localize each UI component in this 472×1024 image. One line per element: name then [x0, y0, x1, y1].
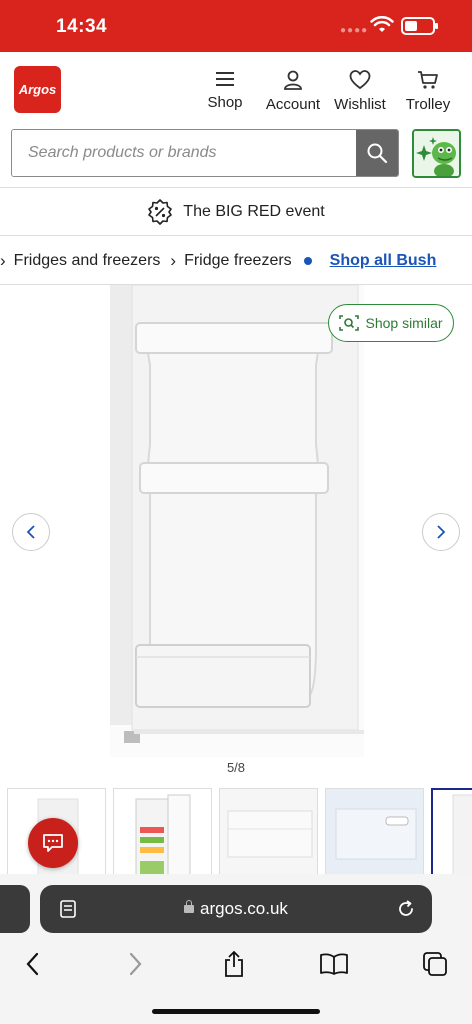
- browser-back-button[interactable]: [18, 949, 48, 979]
- previous-tab-peek[interactable]: [0, 885, 30, 933]
- browser-forward-button[interactable]: [120, 949, 150, 979]
- nav-account-label: Account: [265, 96, 321, 113]
- trolley-icon: [418, 71, 438, 89]
- forward-arrow-icon: [129, 952, 142, 976]
- address-bar[interactable]: argos.co.uk: [40, 885, 432, 933]
- shop-similar-label: Shop similar: [365, 315, 443, 331]
- promo-mascot-button[interactable]: [412, 129, 461, 178]
- search-button[interactable]: [356, 130, 398, 176]
- gallery-next-button[interactable]: [422, 513, 460, 551]
- battery-icon: [401, 17, 438, 35]
- chevron-left-icon: [26, 525, 35, 539]
- chevron-right-icon: ›: [0, 250, 6, 270]
- bookmarks-button[interactable]: [319, 949, 349, 979]
- search-icon: [367, 143, 388, 164]
- nav-shop-label: Shop: [207, 94, 243, 111]
- home-indicator: [152, 1009, 320, 1014]
- thumbnail-4[interactable]: [325, 788, 424, 884]
- event-banner[interactable]: The BIG RED event: [0, 188, 472, 236]
- site-header: Argos Shop Account Wishlist Trolley: [0, 52, 472, 188]
- chevron-right-icon: [437, 525, 446, 539]
- nav-account[interactable]: Account: [262, 70, 324, 113]
- nav-shop[interactable]: Shop: [205, 70, 245, 111]
- reload-icon[interactable]: [396, 899, 416, 919]
- tabs-button[interactable]: [420, 949, 450, 979]
- nav-trolley[interactable]: Trolley: [402, 70, 454, 113]
- account-icon: [284, 70, 302, 90]
- status-time: 14:34: [56, 16, 108, 37]
- share-icon: [225, 950, 243, 977]
- status-bar: 14:34 ●●●●: [0, 0, 472, 52]
- mascot-icon: [414, 131, 459, 176]
- event-banner-text: The BIG RED event: [183, 202, 325, 220]
- book-icon: [320, 953, 348, 975]
- breadcrumb: › Fridges and freezers › Fridge freezers…: [0, 237, 472, 285]
- shop-all-bush-link[interactable]: Shop all Bush: [330, 252, 437, 270]
- product-gallery: Shop similar 5/8: [0, 285, 472, 785]
- percent-badge-icon: [148, 198, 173, 225]
- thumbnail-3[interactable]: [219, 788, 318, 884]
- separator-dot: [303, 256, 312, 265]
- wifi-icon: [370, 16, 394, 32]
- search-box: [11, 129, 399, 177]
- chevron-right-icon: ›: [170, 250, 177, 270]
- shop-similar-button[interactable]: Shop similar: [328, 304, 454, 342]
- argos-logo[interactable]: Argos: [14, 66, 61, 113]
- chat-button[interactable]: [28, 818, 78, 868]
- tabs-icon: [423, 952, 447, 976]
- breadcrumb-item-fridge-freezers[interactable]: Fridge freezers: [184, 252, 292, 270]
- chat-icon: [43, 834, 63, 852]
- nav-wishlist-label: Wishlist: [334, 96, 386, 113]
- url-text: argos.co.uk: [200, 899, 288, 918]
- signal-icon: ●●●●: [340, 25, 369, 36]
- search-input[interactable]: [12, 130, 357, 176]
- url-display: argos.co.uk: [40, 899, 432, 919]
- thumbnail-5-selected[interactable]: [431, 788, 472, 884]
- product-image-fridge-door[interactable]: [110, 285, 364, 757]
- gallery-prev-button[interactable]: [12, 513, 50, 551]
- gallery-counter: 5/8: [226, 760, 246, 775]
- logo-text: Argos: [18, 82, 57, 97]
- thumbnail-2[interactable]: [113, 788, 212, 884]
- nav-trolley-label: Trolley: [405, 96, 451, 113]
- nav-wishlist[interactable]: Wishlist: [331, 70, 389, 113]
- lock-icon: [184, 900, 195, 913]
- heart-icon: [349, 70, 371, 90]
- visual-search-icon: [339, 315, 360, 331]
- share-button[interactable]: [219, 949, 249, 979]
- back-arrow-icon: [26, 952, 39, 976]
- menu-icon: [216, 72, 234, 86]
- browser-chrome: argos.co.uk: [0, 874, 472, 1024]
- breadcrumb-item-fridges-and-freezers[interactable]: Fridges and freezers: [14, 252, 161, 270]
